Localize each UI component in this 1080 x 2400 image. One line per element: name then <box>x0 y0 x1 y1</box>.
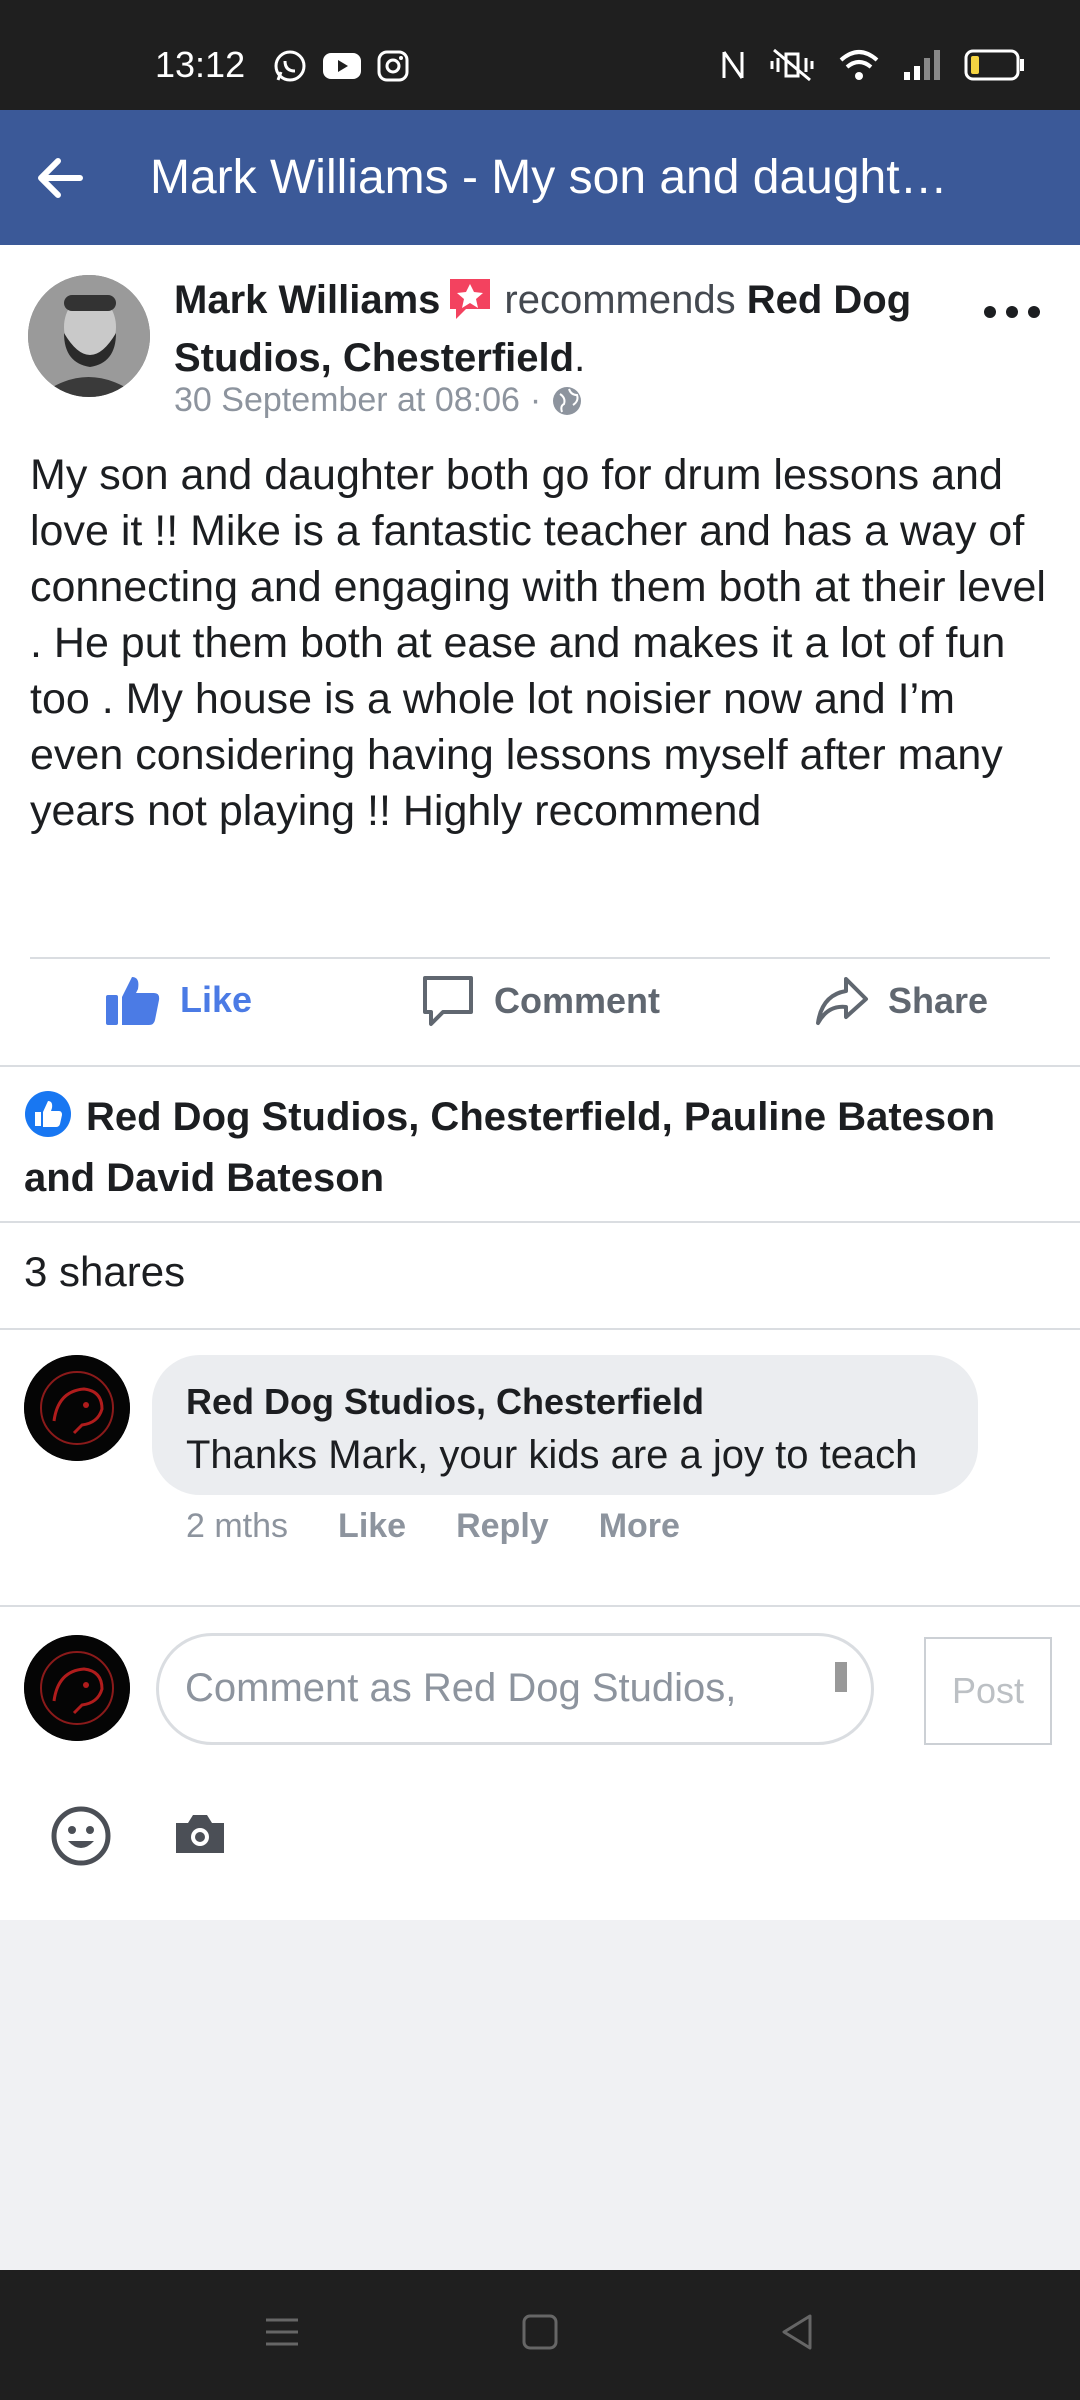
share-label: Share <box>888 980 989 1021</box>
post-comment-button[interactable]: Post <box>924 1637 1052 1745</box>
comment-reply-button[interactable]: Reply <box>456 1507 549 1546</box>
recommendation-star-icon <box>446 275 494 333</box>
comment-input-placeholder: Comment as Red Dog Studios, <box>185 1666 737 1710</box>
post-timestamp[interactable]: 30 September at 08:06 <box>174 381 520 420</box>
battery-icon <box>964 49 1024 81</box>
youtube-icon <box>323 53 361 79</box>
post-action-bar: Like Comment Share <box>0 945 1080 1055</box>
post-body-text: My son and daughter both go for drum les… <box>30 451 1046 835</box>
share-button[interactable]: Share <box>814 973 988 1029</box>
like-reaction-icon <box>24 1090 72 1152</box>
comment-button[interactable]: Comment <box>420 973 660 1029</box>
vibrate-icon <box>770 48 814 82</box>
status-app-icons <box>272 48 410 84</box>
status-bar: 13:12 <box>0 0 1080 110</box>
system-navigation-bar <box>0 2270 1080 2400</box>
composer-avatar <box>24 1635 130 1741</box>
back-icon[interactable] <box>778 2312 818 2352</box>
red-dog-logo <box>24 1635 130 1741</box>
comment-text: Thanks Mark, your kids are a joy to teac… <box>186 1433 918 1477</box>
home-icon[interactable] <box>520 2312 560 2352</box>
status-system-icons <box>720 48 1026 82</box>
thumbs-up-icon <box>106 977 160 1025</box>
globe-icon <box>553 386 582 415</box>
post-card: Mark Williams recommends Red Dog Studios,… <box>0 245 1080 1920</box>
wifi-icon <box>839 50 879 80</box>
camera-icon[interactable] <box>172 1811 228 1857</box>
header-period: . <box>574 336 586 380</box>
menu-icon[interactable] <box>262 2312 302 2352</box>
commenter-avatar[interactable] <box>24 1355 130 1461</box>
comment-author[interactable]: Red Dog Studios, Chesterfield <box>186 1381 704 1423</box>
like-button[interactable]: Like <box>104 973 252 1027</box>
comment-more-button[interactable]: More <box>599 1507 680 1546</box>
divider <box>0 1221 1080 1223</box>
divider <box>0 1065 1080 1067</box>
post-header: Mark Williams recommends Red Dog Studios,… <box>174 275 954 383</box>
back-arrow-icon[interactable] <box>30 148 90 208</box>
reaction-names: Red Dog Studios, Chesterfield, Pauline B… <box>24 1095 996 1200</box>
whatsapp-icon <box>274 50 306 82</box>
app-bar: Mark Williams - My son and daughter both… <box>0 110 1080 245</box>
comment-bubble[interactable]: Red Dog Studios, Chesterfield Thanks Mar… <box>152 1355 978 1495</box>
emoji-icon[interactable] <box>50 1805 112 1867</box>
page-title: Mark Williams - My son and daughter both… <box>150 151 950 204</box>
more-options-icon[interactable] <box>982 297 1042 327</box>
divider <box>0 1328 1080 1330</box>
status-time: 13:12 <box>155 44 246 85</box>
author-avatar[interactable] <box>28 275 150 397</box>
nfc-icon <box>722 51 744 79</box>
comment-actions: 2 mths Like Reply More <box>186 1507 680 1546</box>
red-dog-logo <box>24 1355 130 1461</box>
like-label: Like <box>180 979 253 1020</box>
comment-like-button[interactable]: Like <box>338 1507 406 1546</box>
meta-separator: · <box>529 381 542 419</box>
comment-label: Comment <box>494 980 661 1021</box>
post-meta: 30 September at 08:06 · <box>174 381 583 420</box>
comment-age: 2 mths <box>186 1507 289 1545</box>
signal-icon <box>904 50 940 80</box>
instagram-icon <box>377 50 409 82</box>
comment-bubble-icon <box>423 976 473 1026</box>
author-photo <box>28 275 150 397</box>
post-author-name[interactable]: Mark Williams <box>174 278 440 322</box>
divider <box>0 1605 1080 1607</box>
reactions-summary[interactable]: Red Dog Studios, Chesterfield, Pauline B… <box>24 1090 1044 1205</box>
share-arrow-icon <box>816 977 868 1025</box>
text-cursor <box>835 1662 847 1692</box>
comment-input[interactable]: Comment as Red Dog Studios, <box>156 1633 874 1745</box>
shares-count[interactable]: 3 shares <box>24 1248 185 1296</box>
recommends-text: recommends <box>504 278 736 322</box>
